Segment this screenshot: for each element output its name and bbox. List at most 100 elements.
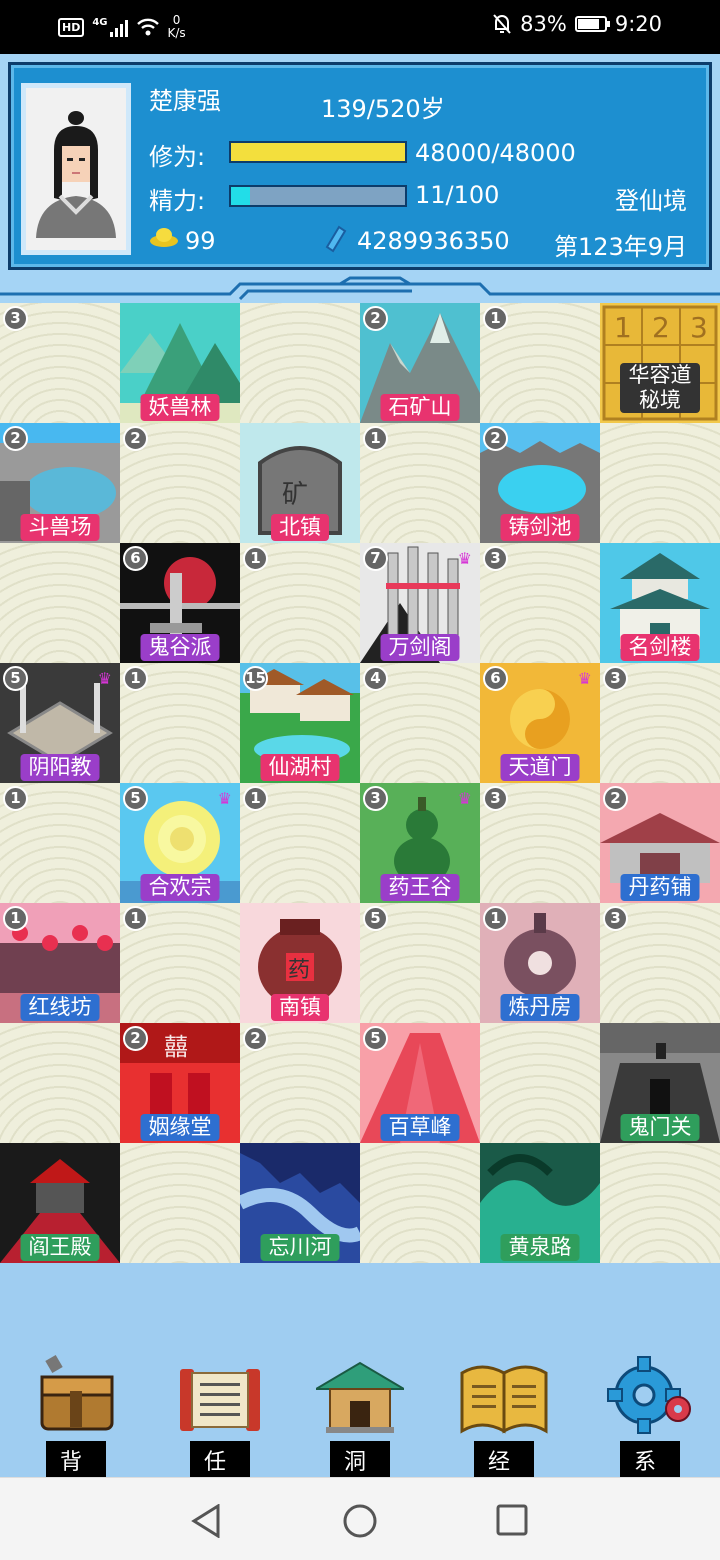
map-tile-empty [600, 423, 720, 543]
book-icon [460, 1365, 548, 1434]
map-tile-empty [240, 303, 360, 423]
svg-text:1: 1 [614, 311, 632, 344]
map-tile-arena[interactable]: 2 斗兽场 [0, 423, 120, 543]
history-button[interactable]: 经历 [444, 1343, 564, 1511]
home-icon[interactable] [343, 1504, 377, 1538]
map-tile-pagoda[interactable]: 名剑楼 [600, 543, 720, 663]
map-tile-puzzle[interactable]: 1 2 3 华容道秘境 [600, 303, 720, 423]
map-tile-wedding[interactable]: 囍 2 姻缘堂 [120, 1023, 240, 1143]
player-avatar[interactable] [21, 83, 131, 255]
map-tile-gate[interactable]: 鬼门关 [600, 1023, 720, 1143]
cultivation-value: 48000/48000 [415, 139, 576, 167]
map-tile-shop[interactable]: 2 丹药铺 [600, 783, 720, 903]
sect-crown-icon: ♛ [217, 789, 232, 808]
player-hud: 楚康强 139/520岁 修为: 48000/48000 精力: 11/100 … [0, 54, 720, 303]
map-tile-taiji[interactable]: 6 ♛ 天道门 [480, 663, 600, 783]
map-tile-spring[interactable]: 黄泉路 [480, 1143, 600, 1263]
map-tile-mountain[interactable]: 2 石矿山 [360, 303, 480, 423]
map-tile-redmount[interactable]: 5 百草峰 [360, 1023, 480, 1143]
task-button[interactable]: 任务 [160, 1343, 280, 1511]
map-tile-empty [0, 543, 120, 663]
tile-label: 铸剑池 [500, 514, 580, 541]
tile-label: 仙湖村 [260, 754, 340, 781]
svg-text:囍: 囍 [164, 1033, 188, 1061]
map-tile-empty: 2 [240, 1023, 360, 1143]
map-tile-gourd[interactable]: 3 ♛ 药王谷 [360, 783, 480, 903]
tile-count-badge: 6 [123, 546, 148, 571]
tile-count-badge: 3 [603, 666, 628, 691]
tile-count-badge: 2 [483, 426, 508, 451]
map-tile-hall[interactable]: 阎王殿 [0, 1143, 120, 1263]
tile-count-badge: 6 [483, 666, 508, 691]
world-map: 3 妖兽林 2 石矿山 1 1 2 3 华容道秘境 2 斗兽场 2 矿北镇 1 2 铸剑池 6 鬼谷派 1 7 ♛ 万剑阁… [0, 303, 720, 1263]
tile-label: 华容道秘境 [620, 363, 700, 413]
map-tile-empty: 1 [240, 543, 360, 663]
tile-count-badge: 4 [363, 666, 388, 691]
map-tile-swords[interactable]: 7 ♛ 万剑阁 [360, 543, 480, 663]
tile-label: 万剑阁 [380, 634, 460, 661]
map-tile-jar[interactable]: 药南镇 [240, 903, 360, 1023]
map-tile-forest[interactable]: 妖兽林 [120, 303, 240, 423]
bag-icon [40, 1354, 114, 1431]
tile-count-badge: 15 [243, 666, 268, 691]
tile-count-badge: 1 [243, 546, 268, 571]
hud-divider [0, 276, 720, 301]
map-tile-empty: 1 [0, 783, 120, 903]
player-name: 楚康强 [149, 87, 221, 115]
map-tile-empty: 1 [120, 663, 240, 783]
tile-label: 炼丹房 [500, 994, 580, 1021]
spirit-stone-icon [325, 225, 347, 253]
map-tile-empty [480, 1023, 600, 1143]
map-tile-cauldron[interactable]: 1 炼丹房 [480, 903, 600, 1023]
recents-icon[interactable] [496, 1504, 528, 1536]
tile-count-badge: 1 [483, 306, 508, 331]
map-tile-altar[interactable]: 5 ♛ 阴阳教 [0, 663, 120, 783]
tile-label: 南镇 [271, 994, 329, 1021]
map-tile-empty: 1 [240, 783, 360, 903]
svg-text:3: 3 [690, 311, 708, 344]
map-tile-guigu[interactable]: 6 鬼谷派 [120, 543, 240, 663]
sect-crown-icon: ♛ [457, 549, 472, 568]
tile-label: 阴阳教 [20, 754, 100, 781]
tile-count-badge: 5 [123, 786, 148, 811]
tile-count-badge: 5 [363, 1026, 388, 1051]
energy-label: 精力: [149, 187, 206, 215]
sect-crown-icon: ♛ [457, 789, 472, 808]
signal-icon: 4G [92, 17, 128, 37]
battery-icon [574, 16, 610, 32]
tile-count-badge: 1 [363, 426, 388, 451]
player-panel: 楚康强 139/520岁 修为: 48000/48000 精力: 11/100 … [8, 62, 712, 270]
tile-label: 北镇 [271, 514, 329, 541]
map-tile-lantern[interactable]: 1 红线坊 [0, 903, 120, 1023]
map-tile-flower[interactable]: 5 ♛ 合欢宗 [120, 783, 240, 903]
system-button[interactable]: 系统 [590, 1343, 710, 1511]
tile-count-badge: 1 [3, 906, 28, 931]
tile-count-badge: 1 [123, 666, 148, 691]
tile-count-badge: 3 [363, 786, 388, 811]
map-tile-stone[interactable]: 矿北镇 [240, 423, 360, 543]
back-icon[interactable] [190, 1504, 224, 1538]
bottom-menu: 背包 任务 洞府 经历 系统 [0, 1343, 720, 1511]
tile-count-badge: 3 [603, 906, 628, 931]
system-navigation-bar [0, 1477, 720, 1560]
gold-count: 99 [185, 227, 216, 255]
map-tile-empty: 1 [120, 903, 240, 1023]
tile-label: 药王谷 [380, 874, 460, 901]
svg-text:2: 2 [652, 311, 670, 344]
map-tile-river[interactable]: 忘川河 [240, 1143, 360, 1263]
gold-ingot-icon [150, 228, 178, 247]
tile-label: 忘川河 [260, 1234, 340, 1261]
cave-house-button[interactable]: 洞府 [300, 1343, 420, 1511]
map-tile-empty: 5 [360, 903, 480, 1023]
spirit-stone-count: 4289936350 [357, 227, 510, 255]
map-tile-pool[interactable]: 2 铸剑池 [480, 423, 600, 543]
battery-percent: 83% [520, 12, 567, 36]
tile-label: 合欢宗 [140, 874, 220, 901]
tile-count-badge: 3 [3, 306, 28, 331]
sect-crown-icon: ♛ [577, 669, 592, 688]
tile-label: 百草峰 [380, 1114, 460, 1141]
realm-label: 登仙境 [615, 187, 687, 215]
bag-button[interactable]: 背包 [16, 1343, 136, 1511]
tile-label: 姻缘堂 [140, 1114, 220, 1141]
map-tile-village[interactable]: 15 仙湖村 [240, 663, 360, 783]
